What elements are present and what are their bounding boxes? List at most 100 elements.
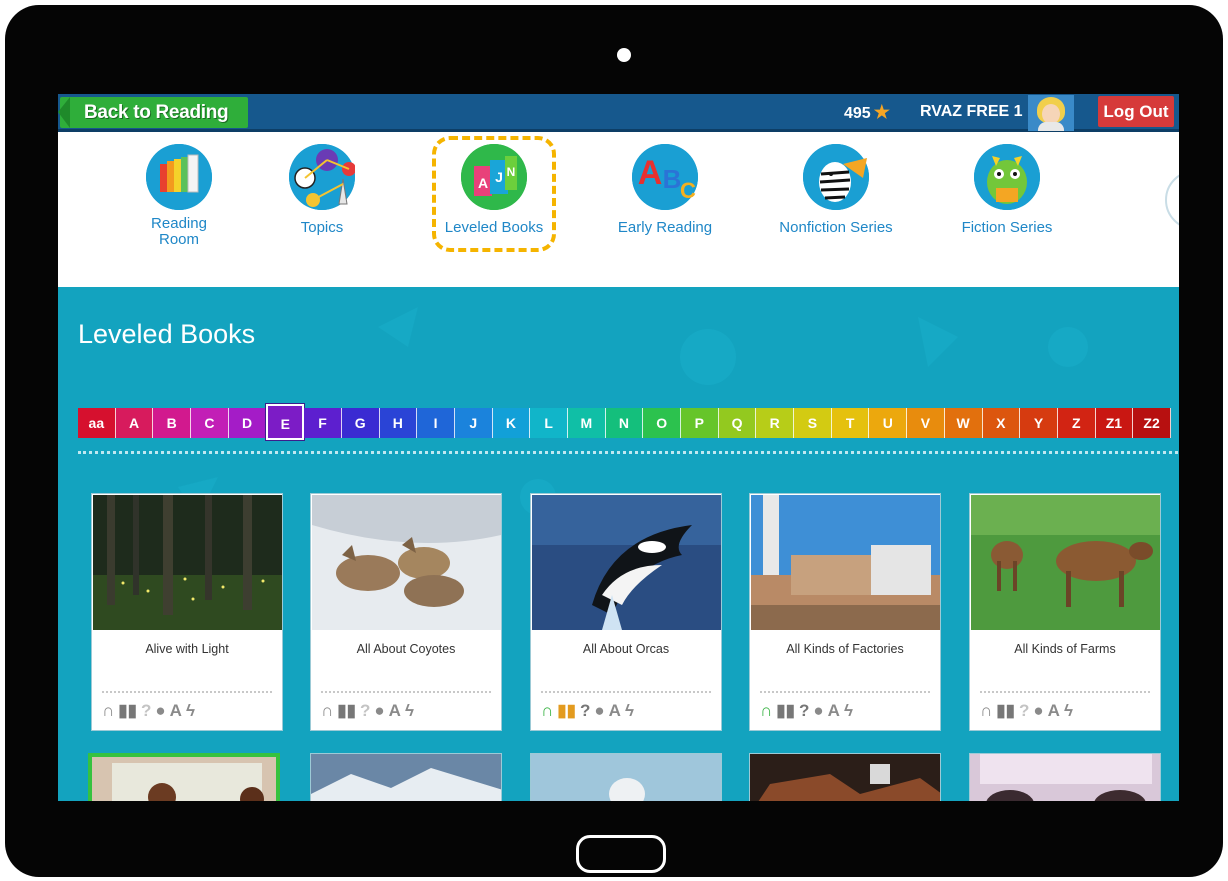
nav-item-topics[interactable]: Topics <box>247 144 397 236</box>
level-x[interactable]: X <box>982 408 1021 438</box>
font-a-icon[interactable]: A <box>389 701 401 721</box>
book-card-row2-5[interactable] <box>969 753 1161 801</box>
username: RVAZ FREE 1 <box>920 103 1023 120</box>
book-card-alive-with-light[interactable]: Alive with Light ∩ ▮▮ ? ● A ϟ <box>91 493 283 731</box>
level-m[interactable]: M <box>567 408 606 438</box>
svg-text:A: A <box>638 154 663 192</box>
level-r[interactable]: R <box>756 408 795 438</box>
level-u[interactable]: U <box>869 408 908 438</box>
level-j[interactable]: J <box>454 408 493 438</box>
font-a-icon[interactable]: A <box>828 701 840 721</box>
book-icon[interactable]: ▮▮ <box>776 701 795 721</box>
level-z2[interactable]: Z2 <box>1133 408 1171 438</box>
question-icon[interactable]: ? <box>1019 701 1029 721</box>
coyotes-in-snow-photo <box>312 495 501 630</box>
reading-room-icon <box>146 144 212 210</box>
lightning-icon[interactable]: ϟ <box>844 701 853 721</box>
level-s[interactable]: S <box>794 408 832 438</box>
headphones-icon[interactable]: ∩ <box>321 701 333 721</box>
apple-icon[interactable]: ● <box>594 701 604 721</box>
headphones-icon[interactable]: ∩ <box>102 701 114 721</box>
lightning-icon[interactable]: ϟ <box>405 701 414 721</box>
question-icon[interactable]: ? <box>360 701 370 721</box>
lightning-icon[interactable]: ϟ <box>625 701 634 721</box>
lightning-icon[interactable]: ϟ <box>186 701 195 721</box>
level-i[interactable]: I <box>417 408 455 438</box>
book-icon[interactable]: ▮▮ <box>337 701 356 721</box>
book-card-row2-3[interactable] <box>530 753 722 801</box>
question-icon[interactable]: ? <box>580 701 590 721</box>
book-card-row2-2[interactable] <box>310 753 502 801</box>
leveled-books-icon: A J N <box>461 144 527 210</box>
lightning-icon[interactable]: ϟ <box>1064 701 1073 721</box>
question-icon[interactable]: ? <box>141 701 151 721</box>
level-z[interactable]: Z <box>1057 408 1096 438</box>
font-a-icon[interactable]: A <box>170 701 182 721</box>
nav-item-reading-room[interactable]: Reading Room <box>104 144 254 248</box>
level-k[interactable]: K <box>492 408 531 438</box>
apple-icon[interactable]: ● <box>1033 701 1043 721</box>
resource-icons: ∩ ▮▮ ? ● A ϟ <box>541 700 638 722</box>
level-v[interactable]: V <box>907 408 945 438</box>
level-a[interactable]: A <box>115 408 154 438</box>
level-l[interactable]: L <box>530 408 568 438</box>
book-icon[interactable]: ▮▮ <box>996 701 1015 721</box>
book-card-row2-1[interactable] <box>88 753 280 801</box>
back-to-reading-button[interactable]: Back to Reading <box>58 97 248 128</box>
level-w[interactable]: W <box>944 408 983 438</box>
book-card-all-kinds-of-factories[interactable]: All Kinds of Factories ∩ ▮▮ ? ● A ϟ <box>749 493 941 731</box>
book-card-all-kinds-of-farms[interactable]: All Kinds of Farms ∩ ▮▮ ? ● A ϟ <box>969 493 1161 731</box>
nav-item-fiction-series[interactable]: Fiction Series <box>932 144 1082 236</box>
star-count-value: 495 <box>844 105 871 122</box>
book-icon[interactable]: ▮▮ <box>557 701 576 721</box>
level-f[interactable]: F <box>304 408 342 438</box>
book-icon[interactable]: ▮▮ <box>118 701 137 721</box>
apple-icon[interactable]: ● <box>374 701 384 721</box>
resource-icons: ∩ ▮▮ ? ● A ϟ <box>102 700 199 722</box>
svg-text:A: A <box>478 175 488 191</box>
level-e[interactable]: E <box>266 404 305 440</box>
cows-in-field-photo <box>971 495 1160 630</box>
book-card-all-about-coyotes[interactable]: All About Coyotes ∩ ▮▮ ? ● A ϟ <box>310 493 502 731</box>
font-a-icon[interactable]: A <box>1048 701 1060 721</box>
nav-label-leveled-books: Leveled Books <box>444 219 544 236</box>
level-g[interactable]: G <box>341 408 380 438</box>
divider <box>78 451 1178 454</box>
nav-label-early-reading: Early Reading <box>617 219 713 236</box>
avatar[interactable] <box>1028 95 1074 131</box>
level-h[interactable]: H <box>379 408 418 438</box>
log-out-button[interactable]: Log Out <box>1098 96 1174 127</box>
level-p[interactable]: P <box>681 408 719 438</box>
level-b[interactable]: B <box>153 408 192 438</box>
nav-scroll-next[interactable] <box>1165 170 1179 230</box>
star-count: 495 ★ <box>844 100 890 126</box>
level-d[interactable]: D <box>228 408 267 438</box>
page-title: Leveled Books <box>78 319 256 349</box>
resource-icons: ∩ ▮▮ ? ● A ϟ <box>760 700 857 722</box>
home-button[interactable] <box>576 835 666 873</box>
nav-item-nonfiction-series[interactable]: Nonfiction Series <box>761 144 911 236</box>
level-c[interactable]: C <box>191 408 229 438</box>
level-z1[interactable]: Z1 <box>1095 408 1134 438</box>
headphones-icon[interactable]: ∩ <box>541 701 553 721</box>
svg-text:J: J <box>495 169 503 185</box>
apple-icon[interactable]: ● <box>813 701 823 721</box>
level-o[interactable]: O <box>643 408 681 438</box>
level-t[interactable]: T <box>831 408 870 438</box>
level-n[interactable]: N <box>605 408 644 438</box>
book-card-row2-4[interactable] <box>749 753 941 801</box>
headphones-icon[interactable]: ∩ <box>980 701 992 721</box>
book-card-all-about-orcas[interactable]: All About Orcas ∩ ▮▮ ? ● A ϟ <box>530 493 722 731</box>
font-a-icon[interactable]: A <box>609 701 621 721</box>
svg-text:B: B <box>663 164 682 194</box>
apple-icon[interactable]: ● <box>155 701 165 721</box>
level-q[interactable]: Q <box>718 408 757 438</box>
level-selector: aa A B C D E F G H I J K L M N O P Q R S T U V W X Y Z Z1 Z2 <box>78 404 1171 440</box>
headphones-icon[interactable]: ∩ <box>760 701 772 721</box>
level-aa[interactable]: aa <box>78 408 116 438</box>
nav-item-early-reading[interactable]: A B C Early Reading <box>590 144 740 236</box>
nav-item-leveled-books[interactable]: A J N Leveled Books <box>419 144 569 236</box>
question-icon[interactable]: ? <box>799 701 809 721</box>
level-y[interactable]: Y <box>1020 408 1058 438</box>
factory-photo <box>751 495 940 630</box>
